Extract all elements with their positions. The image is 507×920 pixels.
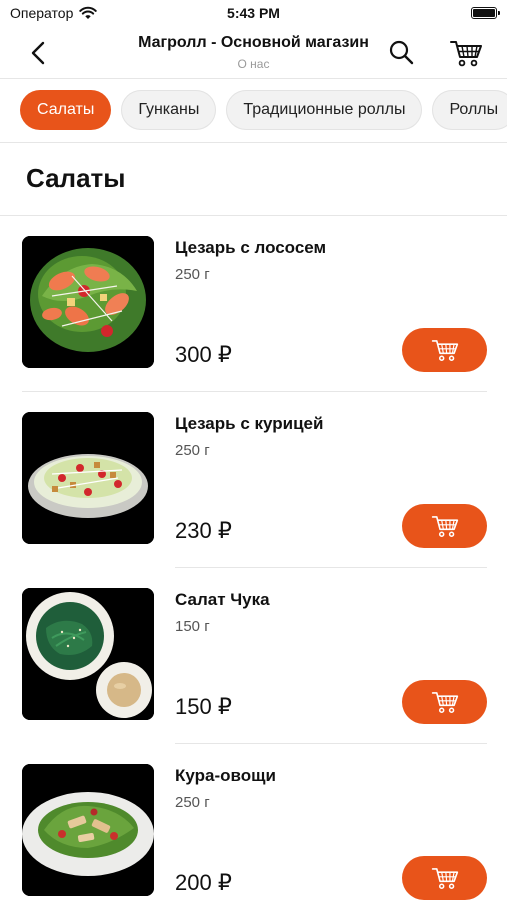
product-price: 200 ₽	[175, 870, 232, 895]
product-price: 150 ₽	[175, 694, 232, 719]
page-title: Магролл - Основной магазин	[138, 34, 369, 51]
product-weight: 150 г	[175, 618, 210, 635]
battery-icon	[471, 7, 500, 19]
about-link[interactable]: О нас	[0, 57, 507, 71]
product-card[interactable]: Цезарь с лососем 250 г 300 ₽	[0, 216, 507, 392]
product-name: Цезарь с лососем	[175, 238, 327, 257]
product-card[interactable]: Салат Чука 150 г 150 ₽	[0, 568, 507, 744]
category-chip-traditional-rolls[interactable]: Традиционные роллы	[226, 90, 423, 130]
add-to-cart-button[interactable]	[402, 680, 487, 724]
product-image	[22, 588, 154, 720]
search-button[interactable]	[386, 37, 418, 69]
product-weight: 250 г	[175, 442, 210, 459]
cart-icon	[431, 692, 458, 713]
category-bar: Салаты Гунканы Традиционные роллы Роллы	[0, 79, 507, 143]
product-name: Цезарь с курицей	[175, 414, 324, 433]
product-weight: 250 г	[175, 266, 210, 283]
product-price: 230 ₽	[175, 518, 232, 543]
add-to-cart-button[interactable]	[402, 856, 487, 900]
product-card[interactable]: Цезарь с курицей 250 г 230 ₽	[0, 392, 507, 568]
status-bar: Оператор 5:43 PM	[0, 0, 507, 28]
product-name: Салат Чука	[175, 590, 270, 609]
product-image	[22, 412, 154, 544]
status-time: 5:43 PM	[227, 5, 280, 21]
category-chip-gunkans[interactable]: Гунканы	[121, 90, 217, 130]
product-image	[22, 764, 154, 896]
cart-icon	[431, 516, 458, 537]
category-chips: Салаты Гунканы Традиционные роллы Роллы	[20, 90, 507, 130]
product-image	[22, 236, 154, 368]
product-card[interactable]: Кура-овощи 250 г 200 ₽	[0, 744, 507, 920]
cart-icon	[450, 41, 482, 67]
cart-icon	[431, 868, 458, 889]
category-chip-rolls[interactable]: Роллы	[432, 90, 507, 130]
cart-button[interactable]	[448, 36, 484, 70]
cart-icon	[431, 340, 458, 361]
product-name: Кура-овощи	[175, 766, 276, 785]
product-price: 300 ₽	[175, 342, 232, 367]
category-chip-salads[interactable]: Салаты	[20, 90, 112, 130]
search-icon	[389, 40, 414, 65]
add-to-cart-button[interactable]	[402, 328, 487, 372]
product-weight: 250 г	[175, 794, 210, 811]
nav-bar: Магролл - Основной магазин О нас	[0, 28, 507, 79]
add-to-cart-button[interactable]	[402, 504, 487, 548]
section-title: Салаты	[26, 163, 126, 193]
